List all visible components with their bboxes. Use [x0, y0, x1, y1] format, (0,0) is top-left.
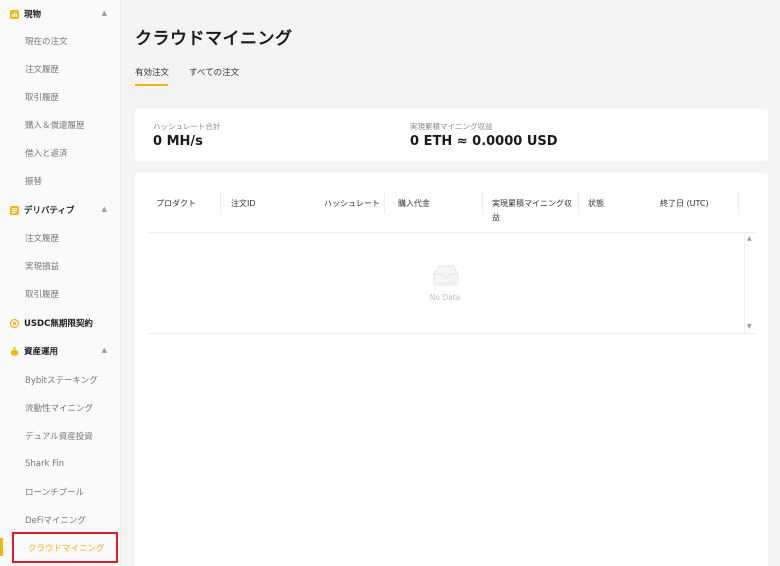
sidebar-item-cloud-mining[interactable]: クラウドマイニング: [12, 532, 118, 563]
chevron-up-icon[interactable]: ▲: [102, 9, 107, 17]
sidebar-section-derivatives-label: デリバティブ: [24, 206, 75, 216]
column-divider: [578, 192, 579, 214]
hashrate-total-value: 0 MH/s: [153, 134, 203, 149]
column-header-product: プロダクト: [156, 199, 196, 208]
empty-inbox-icon: [430, 263, 462, 291]
sidebar-item-purchase-redemption-history[interactable]: 購入＆償還履歴: [0, 115, 121, 135]
scroll-up-icon[interactable]: ▲: [747, 235, 752, 242]
sidebar-section-spot-label: 現物: [24, 10, 42, 20]
column-header-end-date: 終了日 (UTC): [660, 199, 709, 208]
sidebar-section-usdc-label: USDC無期限契約: [24, 319, 93, 329]
sidebar-section-spot[interactable]: 現物 ▲: [0, 3, 121, 25]
no-data-text: No Data: [429, 293, 461, 302]
derivatives-icon: [10, 205, 19, 215]
tab-active-orders[interactable]: 有効注文: [135, 66, 169, 78]
column-header-order-id: 注文ID: [231, 199, 256, 208]
usdc-icon: [10, 318, 19, 328]
hashrate-total-label: ハッシュレート合計: [153, 122, 221, 131]
column-divider: [738, 192, 739, 214]
sidebar-item-dual-asset[interactable]: デュアル資産投資: [0, 426, 121, 446]
column-divider: [384, 192, 385, 214]
sidebar-item-current-orders[interactable]: 現在の注文: [0, 31, 121, 51]
spot-icon: [10, 9, 19, 19]
active-tab-indicator: [135, 84, 168, 86]
sidebar-item-shark-fin[interactable]: Shark Fin: [0, 454, 121, 474]
sidebar-item-liquidity-mining[interactable]: 流動性マイニング: [0, 398, 121, 418]
table-scrollbar[interactable]: ▲ ▼: [744, 233, 755, 333]
column-header-realized-earnings: 実現累積マイニング収益: [492, 199, 572, 222]
sidebar-item-transfer[interactable]: 振替: [0, 171, 121, 191]
chevron-up-icon[interactable]: ▲: [102, 205, 107, 213]
realized-earnings-value: 0 ETH ≈ 0.0000 USD: [410, 134, 558, 149]
tab-all-orders[interactable]: すべての注文: [189, 66, 239, 78]
money-bag-icon: [10, 347, 19, 356]
column-header-hashrate: ハッシュレート: [324, 199, 380, 208]
scroll-down-icon[interactable]: ▼: [747, 323, 752, 330]
sidebar-item-derivatives-order-history[interactable]: 注文履歴: [0, 228, 121, 248]
table-header-divider: [148, 232, 756, 233]
page-title: クラウドマイニング: [135, 29, 293, 49]
column-header-status: 状態: [588, 199, 604, 208]
sidebar-item-launchpool[interactable]: ローンチプール: [0, 482, 121, 502]
column-header-purchase-amount: 購入代金: [398, 199, 430, 208]
sidebar-item-order-history[interactable]: 注文履歴: [0, 59, 121, 79]
sidebar-item-borrow-repay[interactable]: 借入と返済: [0, 143, 121, 163]
realized-earnings-label: 実現累積マイニング収益: [410, 122, 493, 131]
sidebar-section-asset-management[interactable]: 資産運用 ▲: [0, 340, 121, 362]
chevron-up-icon[interactable]: ▲: [102, 346, 107, 354]
sidebar-section-derivatives[interactable]: デリバティブ ▲: [0, 199, 121, 221]
sidebar-item-trade-history[interactable]: 取引履歴: [0, 87, 121, 107]
active-indicator: [0, 538, 3, 556]
sidebar-section-asset-management-label: 資産運用: [24, 347, 59, 357]
table-bottom-divider: [148, 333, 756, 334]
column-divider: [482, 192, 483, 214]
sidebar: 現物 ▲ 現在の注文 注文履歴 取引履歴 購入＆償還履歴 借入と返済 振替 デリ…: [0, 0, 121, 566]
sidebar-section-usdc-perpetual[interactable]: USDC無期限契約: [0, 312, 121, 334]
sidebar-item-bybit-staking[interactable]: Bybitステーキング: [0, 370, 121, 390]
column-divider: [220, 192, 221, 214]
sidebar-item-realized-pnl[interactable]: 実現損益: [0, 256, 121, 276]
sidebar-item-defi-mining[interactable]: DeFiマイニング: [0, 510, 121, 530]
